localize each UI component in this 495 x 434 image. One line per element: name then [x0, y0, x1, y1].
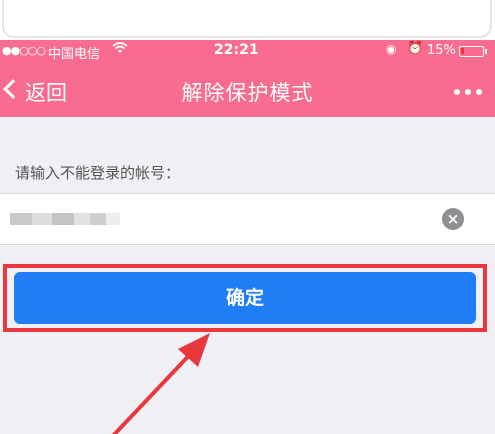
top-card: [2, 0, 492, 38]
battery-fill: [461, 48, 464, 54]
status-time: 22:21: [214, 42, 259, 58]
wifi-icon: [112, 41, 128, 59]
annotation-arrow: [111, 333, 210, 434]
nav-bar: 返回 解除保护模式: [0, 62, 495, 117]
more-dots-icon: [476, 89, 482, 95]
more-dots-icon: [454, 89, 460, 95]
signal-strength: ●●○○○: [2, 44, 46, 57]
status-bar: ●●○○○ 中国电信 22:21 ◉ ⏰ 15%: [0, 40, 495, 62]
orientation-lock-icon: ◉: [386, 42, 397, 56]
battery-percent: 15%: [427, 43, 456, 58]
page-title: 解除保护模式: [181, 81, 314, 105]
more-dots-icon: [465, 89, 471, 95]
alarm-icon: ⏰: [407, 41, 424, 56]
carrier-name: 中国电信: [48, 47, 101, 62]
screenshot: ●●○○○ 中国电信 22:21 ◉ ⏰ 15% 返回 解除保护模式 请输入不能…: [0, 0, 495, 434]
more-button[interactable]: [450, 62, 490, 117]
battery-icon: [459, 46, 487, 57]
